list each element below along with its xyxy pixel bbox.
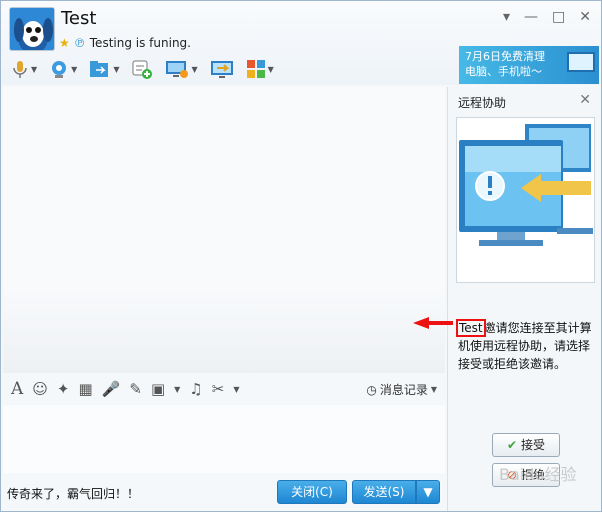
window-shake-icon[interactable]: ▦ xyxy=(79,380,93,398)
chevron-down-icon: ▼ xyxy=(423,485,433,499)
voice-message-icon[interactable]: 🎤 xyxy=(102,380,121,398)
clock-icon: ◷ xyxy=(366,382,377,397)
input-text[interactable]: 传奇来了，霸气回归！！ xyxy=(7,485,139,502)
chevron-down-icon: ▼ xyxy=(71,64,78,74)
remote-assist-icon xyxy=(210,61,233,78)
chevron-down-icon[interactable]: ▼ xyxy=(233,385,239,394)
chevron-down-icon: ▼ xyxy=(31,64,38,74)
send-button[interactable]: 发送(S) xyxy=(352,480,416,504)
file-transfer-button[interactable]: ▼ xyxy=(85,57,123,81)
invite-message: Test邀请您连接至其计算机使用远程协助，请选择接受或拒绝该邀请。 xyxy=(456,319,598,373)
message-history-button[interactable]: ◷ 消息记录 ▼ xyxy=(366,381,437,398)
music-icon[interactable]: ♫ xyxy=(189,380,202,398)
maximize-icon[interactable]: □ xyxy=(552,9,565,25)
header: Test ★ ℗ Testing is funing. ▾ — □ ✕ 7月6日… xyxy=(1,1,601,85)
screen-share-button[interactable]: ▼ xyxy=(161,57,201,81)
video-button[interactable]: ▼ xyxy=(45,57,81,81)
star-icon: ★ xyxy=(59,36,70,50)
screen-share-icon xyxy=(166,61,189,78)
apps-button[interactable]: ▼ xyxy=(242,57,278,81)
new-chat-button[interactable] xyxy=(127,57,157,81)
check-icon: ✔ xyxy=(507,438,518,452)
chevron-down-icon: ▼ xyxy=(191,64,198,74)
remote-assist-button[interactable] xyxy=(206,57,238,81)
status-text: Testing is funing. xyxy=(89,36,191,50)
remote-assist-illustration xyxy=(456,117,595,283)
file-transfer-icon xyxy=(90,61,109,77)
minimize-icon[interactable]: — xyxy=(524,9,538,25)
voice-button[interactable]: ▼ xyxy=(7,57,41,81)
main-toolbar: ▼ ▼ ▼ ▼ ▼ xyxy=(7,55,278,83)
inviter-name: Test xyxy=(456,319,486,337)
watermark: Baidu经验 xyxy=(499,465,577,484)
image-icon[interactable]: ▣ xyxy=(151,380,165,398)
microphone-icon xyxy=(13,61,27,78)
format-toolbar: A ☺ ✦ ▦ 🎤 ✎ ▣ ▼ ♫ ✂ ▼ ◷ 消息记录 ▼ xyxy=(3,373,445,405)
edit-icon[interactable]: ✎ xyxy=(129,380,142,398)
annotation-arrow-icon xyxy=(413,317,453,329)
chevron-down-icon[interactable]: ▼ xyxy=(174,385,180,394)
chat-history-area[interactable] xyxy=(3,87,445,373)
chevron-down-icon: ▼ xyxy=(113,64,120,74)
status-line: ★ ℗ Testing is funing. xyxy=(59,36,191,50)
emoji-icon[interactable]: ☺ xyxy=(32,380,48,398)
font-icon[interactable]: A xyxy=(11,379,23,399)
screenshot-icon[interactable]: ✂ xyxy=(212,380,225,398)
send-options-button[interactable]: ▼ xyxy=(416,480,440,504)
chat-window: Test ★ ℗ Testing is funing. ▾ — □ ✕ 7月6日… xyxy=(0,0,602,512)
panel-title: 远程协助 xyxy=(458,96,507,110)
chevron-down-icon: ▼ xyxy=(267,64,274,74)
menu-arrow-icon[interactable]: ▾ xyxy=(503,9,510,25)
close-button[interactable]: 关闭(C) xyxy=(277,480,347,504)
new-chat-icon xyxy=(132,60,153,79)
apps-icon xyxy=(246,60,265,78)
window-controls: ▾ — □ ✕ xyxy=(503,9,591,25)
ad-banner[interactable]: 7月6日免费清理 电脑、手机啦～ xyxy=(459,46,599,84)
bottom-bar: 传奇来了，霸气回归！！ 关闭(C) 发送(S) ▼ xyxy=(1,475,447,511)
chevron-down-icon: ▼ xyxy=(430,385,437,394)
contact-name: Test xyxy=(61,8,97,29)
webcam-icon xyxy=(52,61,67,78)
accept-button[interactable]: ✔ 接受 xyxy=(492,433,560,457)
qq-status-icon: ℗ xyxy=(73,36,86,50)
close-icon[interactable]: ✕ xyxy=(579,92,591,108)
close-icon[interactable]: ✕ xyxy=(579,9,591,25)
magic-icon[interactable]: ✦ xyxy=(57,380,70,398)
accept-label: 接受 xyxy=(520,438,545,452)
history-label: 消息记录 xyxy=(379,383,428,397)
remote-assist-panel: 远程协助 ✕ Test邀请您连接至其计算机使用远程协助，请选择接受或拒绝该邀请。… xyxy=(447,87,601,511)
avatar[interactable] xyxy=(9,7,55,51)
monitor-icon xyxy=(567,52,595,72)
message-input[interactable] xyxy=(3,405,445,473)
